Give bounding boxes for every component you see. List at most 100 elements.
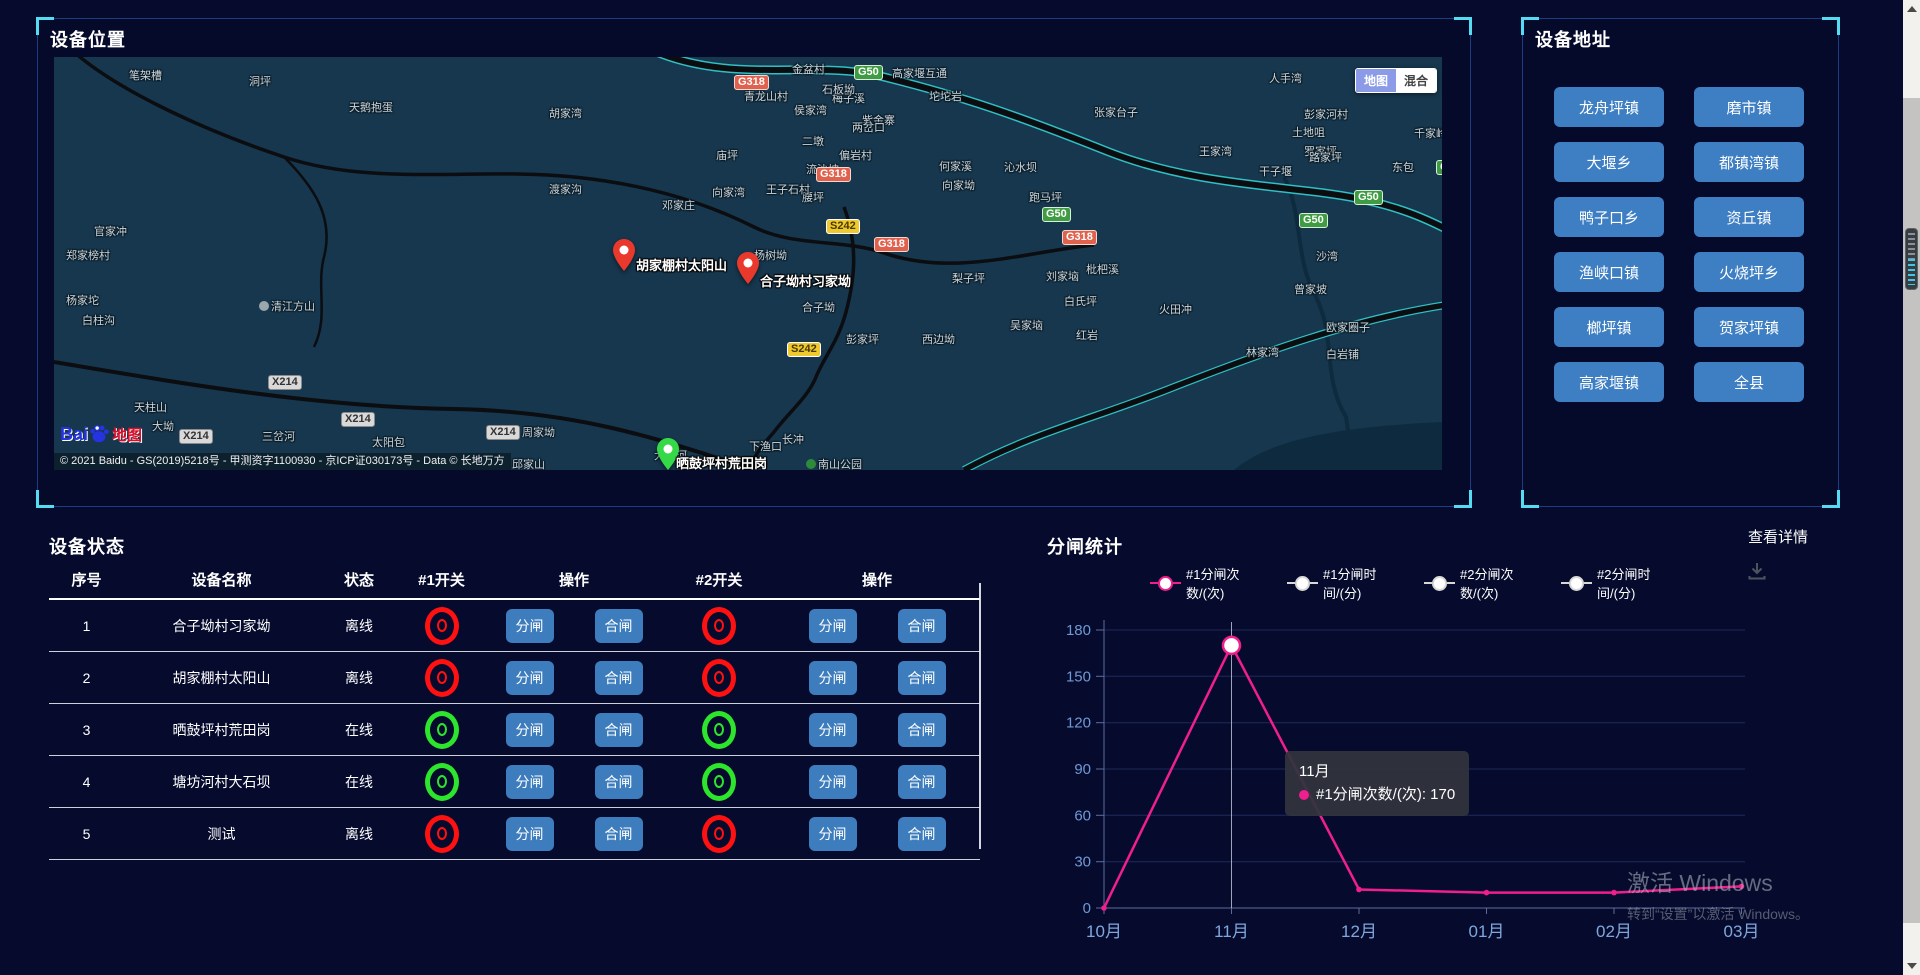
map-place-label: 向家湾 [712,184,745,200]
op-button-合闸[interactable]: 合闸 [898,817,946,851]
op-button-合闸[interactable]: 合闸 [595,609,643,643]
map-place-label: 天鹅抱蛋 [349,99,393,115]
switch2-indicator [664,815,774,853]
map-pin-合子坳村习家坳[interactable] [737,252,759,284]
corner-accent [1454,490,1472,508]
map-place-label: 向家坳 [942,177,975,193]
address-button-龙舟坪镇[interactable]: 龙舟坪镇 [1554,87,1664,127]
op-button-分闸[interactable]: 分闸 [506,609,554,643]
road-badge-G50: G50 [1299,213,1328,228]
baidu-paw-icon [88,423,110,445]
op-button-分闸[interactable]: 分闸 [506,661,554,695]
legend-line [1287,582,1295,584]
operation-buttons: 分闸 合闸 [809,713,946,747]
address-button-磨市镇[interactable]: 磨市镇 [1694,87,1804,127]
address-button-渔峡口镇[interactable]: 渔峡口镇 [1554,252,1664,292]
map-place-label: 土地咀 [1292,124,1325,140]
table-scrollbar[interactable] [979,583,981,849]
road-badge-G318: G318 [1062,230,1097,245]
map-place-label: 彭家坪 [846,331,879,347]
address-button-资丘镇[interactable]: 资丘镇 [1694,197,1804,237]
map-place-label: 林家湾 [1246,344,1279,360]
cell-device-name: 胡家棚村太阳山 [124,668,319,688]
map-place-label: 大坳 [152,418,174,434]
cell-operations: 分闸 合闸 [774,765,980,799]
op-button-分闸[interactable]: 分闸 [809,817,857,851]
cell-device-name: 合子坳村习家坳 [124,616,319,636]
svg-text:11月: 11月 [1214,922,1249,941]
device-location-panel: 设备位置 笔架槽洞坪天鹅抱蛋胡家湾高家堰互通梅子溪紫金寨二墩流沙坡沁水坝腰坪跑马… [37,18,1471,507]
svg-text:30: 30 [1074,854,1091,871]
map-pin-胡家棚村太阳山[interactable] [613,239,635,271]
op-button-合闸[interactable]: 合闸 [898,765,946,799]
map-place-label: 渡家沟 [549,181,582,197]
map-type-option-地图[interactable]: 地图 [1356,69,1396,92]
page-scrollbar[interactable] [1903,0,1920,975]
address-button-都镇湾镇[interactable]: 都镇湾镇 [1694,142,1804,182]
scrollbar-down-button[interactable] [1903,923,1920,975]
op-button-合闸[interactable]: 合闸 [595,817,643,851]
address-button-鸭子口乡[interactable]: 鸭子口乡 [1554,197,1664,237]
map-place-label: 石板坳 [822,81,855,97]
legend-item-#1分闸时间/(分)[interactable]: #1分闸时间/(分) [1287,564,1406,602]
address-button-贺家坪镇[interactable]: 贺家坪镇 [1694,307,1804,347]
view-details-link[interactable]: 查看详情 [1748,526,1808,547]
baidu-logo: Bai 地图 [60,423,142,445]
baidu-map[interactable]: 笔架槽洞坪天鹅抱蛋胡家湾高家堰互通梅子溪紫金寨二墩流沙坡沁水坝腰坪跑马坪渡家沟邓… [54,57,1442,470]
map-place-label: 王子石村 [766,181,810,197]
address-button-火烧坪乡[interactable]: 火烧坪乡 [1694,252,1804,292]
map-type-option-混合[interactable]: 混合 [1396,69,1436,92]
trip-stats-chart[interactable]: 030609012015018010月11月12月01月02月03月 [1055,598,1815,958]
op-button-分闸[interactable]: 分闸 [809,661,857,695]
map-place-label: 枇杷溪 [1086,261,1119,277]
address-button-榔坪镇[interactable]: 榔坪镇 [1554,307,1664,347]
legend-line [1310,582,1318,584]
table-row: 3晒鼓坪村荒田岗在线分闸合闸分闸合闸 [49,704,980,756]
op-button-分闸[interactable]: 分闸 [809,765,857,799]
status-ring-off [702,815,736,853]
device-status-title: 设备状态 [49,533,125,559]
status-ring-core [714,827,724,840]
op-button-分闸[interactable]: 分闸 [506,713,554,747]
operation-buttons: 分闸 合闸 [506,609,643,643]
legend-marker-icon [1424,576,1455,591]
op-button-合闸[interactable]: 合闸 [898,661,946,695]
legend-line [1150,582,1158,584]
status-ring-core [714,775,724,788]
op-button-分闸[interactable]: 分闸 [506,817,554,851]
map-place-label: 红岩 [1076,327,1098,343]
scrollbar-up-button[interactable] [1903,0,1920,98]
road-badge-X214: X214 [486,425,520,440]
legend-item-#2分闸次数/(次)[interactable]: #2分闸次数/(次) [1424,564,1543,602]
address-button-全县[interactable]: 全县 [1694,362,1804,402]
corner-accent [36,490,54,508]
map-place-label: 清江方山 [259,298,315,314]
op-button-分闸[interactable]: 分闸 [809,713,857,747]
road-badge-S242: S242 [787,342,821,357]
op-button-合闸[interactable]: 合闸 [595,713,643,747]
baidu-logo-map-text: 地图 [112,424,142,445]
op-button-合闸[interactable]: 合闸 [595,661,643,695]
op-button-合闸[interactable]: 合闸 [595,765,643,799]
op-button-分闸[interactable]: 分闸 [809,609,857,643]
op-button-合闸[interactable]: 合闸 [898,609,946,643]
map-place-label: 偏岩村 [839,147,872,163]
address-button-高家堰镇[interactable]: 高家堰镇 [1554,362,1664,402]
op-button-合闸[interactable]: 合闸 [898,713,946,747]
map-pin-label: 胡家棚村太阳山 [636,255,727,274]
status-ring-off [425,815,459,853]
op-button-分闸[interactable]: 分闸 [506,765,554,799]
address-button-大堰乡[interactable]: 大堰乡 [1554,142,1664,182]
scrollbar-thumb[interactable] [1905,228,1918,290]
svg-text:0: 0 [1083,900,1091,917]
road-badge-G50: G50 [854,65,883,80]
legend-label: #2分闸次数/(次) [1460,564,1543,602]
switch2-indicator [664,659,774,697]
map-place-label: 下渔口 [749,438,782,454]
legend-item-#2分闸时间/(分)[interactable]: #2分闸时间/(分) [1561,564,1680,602]
map-type-control[interactable]: 地图混合 [1355,68,1437,93]
svg-text:60: 60 [1074,807,1091,824]
legend-item-#1分闸次数/(次)[interactable]: #1分闸次数/(次) [1150,564,1269,602]
download-icon[interactable] [1746,560,1768,587]
line-chart-svg: 030609012015018010月11月12月01月02月03月 [1055,598,1815,958]
